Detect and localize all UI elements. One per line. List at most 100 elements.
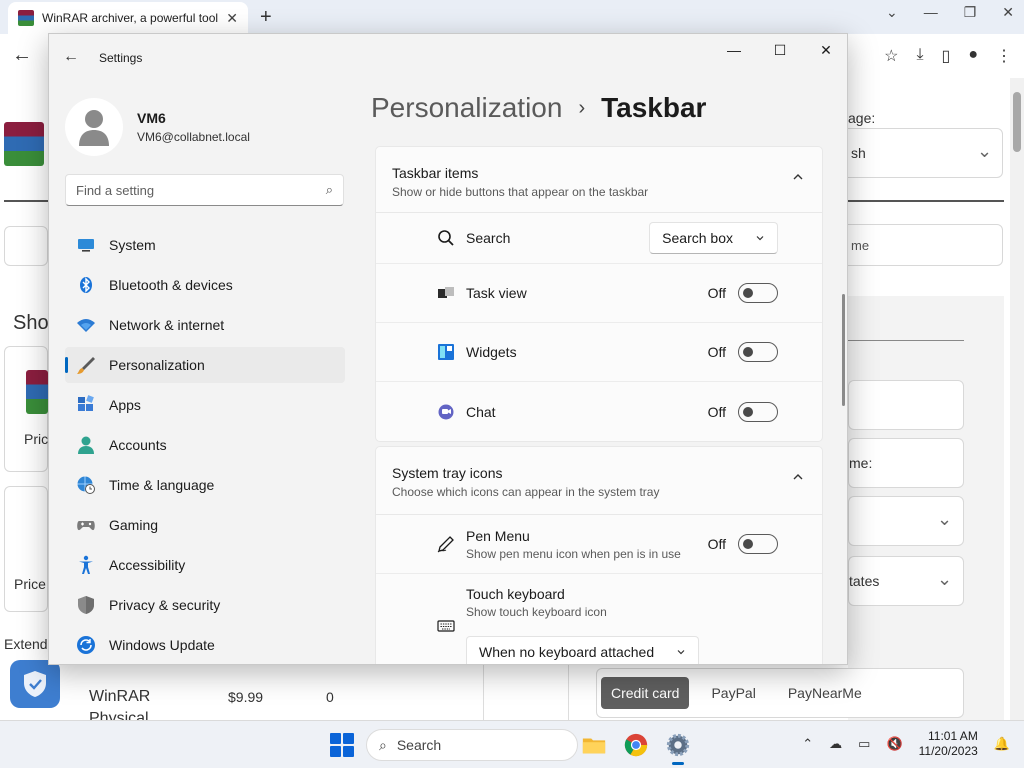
page-input-left[interactable] [4, 226, 48, 266]
row-label: Touch keyboard [466, 586, 565, 602]
row-subtitle: Show pen menu icon when pen is in use [466, 546, 681, 561]
nav-item-system[interactable]: System [65, 227, 345, 263]
find-setting-box[interactable]: ⌕ [65, 174, 344, 206]
back-arrow-icon[interactable]: ← [63, 48, 79, 66]
toggle-state: Off [707, 344, 726, 360]
bookmark-star-icon[interactable]: ☆ [884, 46, 898, 66]
download-icon[interactable]: ⤓ [916, 46, 923, 66]
settings-gear-icon[interactable] [664, 731, 692, 765]
new-tab-button[interactable]: + [260, 6, 272, 29]
checkout-field-2[interactable]: me: [848, 438, 964, 488]
profile-icon[interactable]: ● [968, 46, 978, 66]
toggle-state: Off [707, 403, 726, 420]
checkout-field-1[interactable] [848, 380, 964, 430]
nav-item-personalization[interactable]: Personalization [65, 347, 345, 383]
product-name: WinRAR [89, 688, 151, 705]
product-price: $9.99 [228, 689, 264, 705]
volume-muted-icon[interactable]: 🔇 [886, 736, 902, 752]
taskbar-items-header[interactable]: Taskbar items Show or hide buttons that … [376, 147, 822, 213]
widgets-toggle[interactable] [738, 342, 778, 362]
chevron-up-icon[interactable]: ⌃ [802, 736, 813, 752]
settings-titlebar: ← Settings — ☐ ✕ [49, 34, 847, 82]
nav-item-network[interactable]: Network & internet [65, 307, 345, 343]
table-divider [568, 660, 569, 720]
row-label: Search [466, 230, 511, 246]
payment-paynearme[interactable]: PayNearMe [778, 677, 872, 709]
browser-minimize-icon[interactable]: — [924, 4, 938, 21]
browser-tab[interactable]: WinRAR archiver, a powerful tool ✕ [8, 2, 248, 34]
nav-label: Personalization [109, 357, 205, 373]
taskbar-search-box[interactable]: ⌕ Search [366, 729, 578, 761]
chevron-down-icon: ⌄ [977, 141, 993, 161]
user-profile[interactable]: VM6 VM6@collabnet.local [65, 98, 345, 156]
nav-item-privacy-security[interactable]: Privacy & security [65, 587, 345, 623]
taskbar-clock[interactable]: 11:01 AM 11/20/2023 [919, 729, 978, 759]
setting-row-pen-menu: Pen Menu Show pen menu icon when pen is … [376, 515, 822, 574]
language-label: age: [848, 110, 876, 126]
nav-item-accessibility[interactable]: Accessibility [65, 547, 345, 583]
divider [848, 340, 964, 341]
settings-nav: System Bluetooth & devices Network & int… [65, 227, 345, 664]
row-label: Widgets [466, 344, 517, 360]
payment-paypal[interactable]: PayPal [701, 677, 765, 709]
start-button[interactable] [330, 733, 354, 757]
profile-email: VM6@collabnet.local [137, 130, 250, 144]
breadcrumb-parent[interactable]: Personalization [371, 92, 562, 124]
minimize-button[interactable]: — [711, 34, 757, 66]
security-shield-icon[interactable] [10, 660, 60, 708]
chat-icon [436, 402, 456, 422]
tab-search-icon[interactable]: ⌄ [886, 4, 898, 21]
setting-row-touch-keyboard: Touch keyboard Show touch keyboard icon … [376, 574, 822, 664]
gamepad-icon [76, 515, 96, 535]
search-icon: ⌕ [379, 736, 387, 753]
name-input[interactable]: me [840, 224, 1003, 266]
checkout-select-1[interactable]: ⌄ [848, 496, 964, 546]
chat-toggle[interactable] [738, 401, 778, 422]
nav-item-bluetooth[interactable]: Bluetooth & devices [65, 267, 345, 303]
nav-item-apps[interactable]: Apps [65, 387, 345, 423]
toggle-state: Off [707, 536, 726, 552]
pen-menu-toggle[interactable] [738, 534, 778, 554]
browser-restore-icon[interactable]: ❐ [964, 4, 977, 21]
profile-name: VM6 [137, 110, 166, 126]
nav-item-accounts[interactable]: Accounts [65, 427, 345, 463]
search-mode-dropdown[interactable]: Search box [649, 222, 778, 254]
nav-item-gaming[interactable]: Gaming [65, 507, 345, 543]
browser-close-icon[interactable]: ✕ [1002, 4, 1014, 21]
file-explorer-icon[interactable] [580, 731, 608, 759]
settings-content: Taskbar items Show or hide buttons that … [375, 146, 825, 664]
menu-kebab-icon[interactable]: ⋮ [996, 46, 1012, 66]
nav-item-time-language[interactable]: Time & language [65, 467, 345, 503]
chevron-up-icon[interactable] [792, 171, 804, 183]
touch-keyboard-dropdown[interactable]: When no keyboard attached [466, 636, 700, 664]
settings-scrollbar[interactable] [842, 294, 845, 406]
scrollbar-thumb[interactable] [1013, 92, 1021, 152]
name-placeholder: me [851, 238, 870, 253]
nav-label: System [109, 237, 156, 253]
side-panel-icon[interactable]: ▯ [942, 46, 951, 66]
cloud-offline-icon[interactable]: ☁ [829, 736, 842, 752]
monitor-icon [76, 235, 96, 255]
task-view-toggle[interactable] [738, 283, 778, 303]
page-scrollbar[interactable] [1010, 78, 1024, 720]
nav-item-windows-update[interactable]: Windows Update [65, 627, 345, 663]
payment-credit-card[interactable]: Credit card [601, 677, 690, 709]
chevron-up-icon[interactable] [792, 471, 804, 483]
nav-label: Accounts [109, 437, 167, 453]
network-icon[interactable]: ▭ [858, 736, 870, 752]
browser-back-icon[interactable]: ← [12, 44, 32, 67]
widgets-icon [436, 342, 456, 362]
windows-logo-icon [343, 733, 354, 744]
language-select[interactable]: sh ⌄ [840, 128, 1003, 178]
card-subtitle: Choose which icons can appear in the sys… [392, 485, 660, 499]
checkout-select-2[interactable]: tates ⌄ [848, 556, 964, 606]
tab-close-icon[interactable]: ✕ [226, 10, 238, 27]
system-tray-header[interactable]: System tray icons Choose which icons can… [376, 447, 822, 515]
close-button[interactable]: ✕ [803, 34, 847, 66]
maximize-button[interactable]: ☐ [757, 34, 803, 66]
product-card-2[interactable] [4, 486, 48, 612]
find-setting-input[interactable] [76, 182, 326, 198]
chrome-icon[interactable] [622, 731, 650, 759]
setting-row-task-view: Task view Off [376, 264, 822, 323]
notification-bell-icon[interactable]: 🔔 [994, 736, 1010, 752]
